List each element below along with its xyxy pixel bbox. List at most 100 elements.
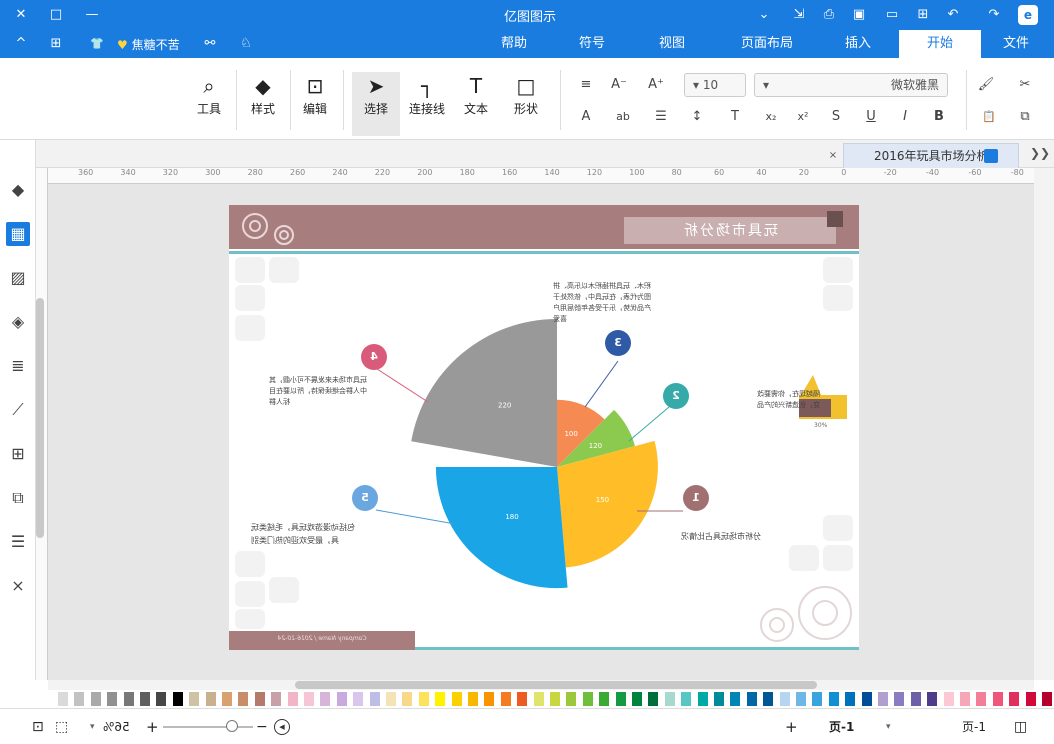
italic-icon[interactable]: I: [894, 106, 916, 128]
color-swatch[interactable]: [582, 692, 593, 706]
color-swatch[interactable]: [812, 692, 823, 706]
image-icon[interactable]: ▨: [6, 266, 30, 290]
play-icon[interactable]: ◀: [274, 719, 290, 735]
select-button[interactable]: ➤ 选择: [352, 72, 400, 136]
connect-icon[interactable]: ⨯: [6, 574, 30, 598]
current-page-tab[interactable]: 页-1: [829, 718, 854, 736]
color-swatch[interactable]: [484, 692, 495, 706]
maximize-icon[interactable]: □: [47, 6, 65, 24]
paste-icon[interactable]: 📋: [978, 106, 1000, 128]
zoom-out-button[interactable]: −: [256, 718, 268, 736]
add-page-button[interactable]: +: [785, 718, 798, 736]
line-spacing-icon[interactable]: ↕: [686, 106, 708, 128]
page-icon[interactable]: ≣: [6, 354, 30, 378]
superscript-icon[interactable]: x²: [792, 106, 814, 128]
color-swatch[interactable]: [550, 692, 560, 706]
tab-view[interactable]: 视图: [646, 30, 698, 58]
document-page[interactable]: 220 100 120 150 180 玩具市场分析 Company Name /: [229, 205, 859, 650]
fill-icon[interactable]: ◆: [6, 178, 30, 202]
redo-icon[interactable]: ↷: [985, 6, 1003, 24]
color-swatch[interactable]: [517, 692, 528, 706]
zoom-level[interactable]: 56%: [103, 718, 130, 736]
color-swatch[interactable]: [1042, 692, 1052, 706]
subscript-icon[interactable]: x₂: [760, 106, 782, 128]
zoom-in-button[interactable]: +: [146, 718, 159, 736]
color-swatch[interactable]: [828, 692, 839, 706]
chart-slice[interactable]: [435, 467, 568, 589]
open-icon[interactable]: ▭: [883, 6, 901, 24]
color-swatch[interactable]: [418, 692, 429, 706]
chart-slice[interactable]: [411, 319, 557, 467]
bold-icon[interactable]: B: [928, 106, 950, 128]
color-swatch[interactable]: [205, 692, 216, 706]
underline-icon[interactable]: U: [860, 106, 882, 128]
color-swatch[interactable]: [943, 692, 954, 706]
color-swatch[interactable]: [960, 692, 970, 706]
text-case-icon[interactable]: ab: [612, 106, 634, 128]
vertical-scrollbar[interactable]: [36, 298, 44, 538]
color-swatch[interactable]: [992, 692, 1003, 706]
font-color-icon[interactable]: A: [575, 106, 597, 128]
color-swatch[interactable]: [910, 692, 921, 706]
color-swatch[interactable]: [894, 692, 905, 706]
tab-help[interactable]: 帮助: [488, 30, 540, 58]
apps-icon[interactable]: ⊞: [47, 35, 65, 53]
user-name[interactable]: ♥ 焦糖不苦: [117, 36, 180, 53]
color-swatch[interactable]: [74, 692, 85, 706]
shapes-library-icon[interactable]: ▦: [6, 222, 30, 246]
color-swatch[interactable]: [451, 692, 462, 706]
zoom-slider-handle[interactable]: [226, 720, 238, 732]
new-icon[interactable]: ⊞: [914, 6, 932, 24]
chart-icon[interactable]: ⟋: [6, 398, 30, 422]
tab-page-layout[interactable]: 页面布局: [727, 30, 807, 58]
color-swatch[interactable]: [222, 692, 232, 706]
cut-icon[interactable]: ✂: [1014, 74, 1036, 96]
strikethrough-icon[interactable]: S: [825, 106, 847, 128]
color-swatch[interactable]: [746, 692, 757, 706]
page-dropdown-icon[interactable]: ▾: [886, 718, 891, 736]
font-shrink-icon[interactable]: A⁻: [608, 74, 630, 96]
color-swatch[interactable]: [714, 692, 724, 706]
color-swatch[interactable]: [386, 692, 396, 706]
shape-button[interactable]: □ 形状: [503, 72, 549, 136]
format-painter-icon[interactable]: 🖌: [975, 74, 997, 96]
table-icon[interactable]: ⊞: [6, 442, 30, 466]
tab-symbols[interactable]: 符号: [566, 30, 618, 58]
tools-button[interactable]: ⌕ 工具: [186, 72, 232, 136]
zoom-slider[interactable]: [163, 726, 253, 728]
color-swatch[interactable]: [304, 692, 314, 706]
group-icon[interactable]: ⧉: [6, 486, 30, 510]
color-swatch[interactable]: [369, 692, 380, 706]
color-swatch[interactable]: [90, 692, 101, 706]
color-swatch[interactable]: [468, 692, 478, 706]
color-swatch[interactable]: [287, 692, 298, 706]
export-icon[interactable]: ⇲: [790, 6, 808, 24]
color-swatch[interactable]: [271, 692, 282, 706]
color-swatch[interactable]: [107, 692, 118, 706]
color-swatch[interactable]: [1025, 692, 1036, 706]
format-list-icon[interactable]: ☰: [6, 530, 30, 554]
color-swatch[interactable]: [599, 692, 610, 706]
tab-home[interactable]: 开始: [899, 30, 981, 58]
chevron-icon[interactable]: ⌄: [755, 6, 773, 24]
close-tab-icon[interactable]: ×: [826, 149, 840, 163]
color-swatch[interactable]: [123, 692, 134, 706]
color-swatch[interactable]: [763, 692, 774, 706]
color-swatch[interactable]: [402, 692, 413, 706]
color-swatch[interactable]: [156, 692, 167, 706]
color-swatch[interactable]: [861, 692, 872, 706]
color-swatch[interactable]: [140, 692, 150, 706]
copy-icon[interactable]: ⧉: [1014, 106, 1036, 128]
fit-page-icon[interactable]: ⊡: [32, 718, 44, 736]
color-swatch[interactable]: [878, 692, 888, 706]
document-title[interactable]: 玩具市场分析: [624, 220, 836, 240]
page-label[interactable]: 页-1: [962, 718, 986, 736]
color-swatch[interactable]: [566, 692, 577, 706]
print-icon[interactable]: ⎙: [820, 6, 838, 24]
color-swatch[interactable]: [353, 692, 364, 706]
color-swatch[interactable]: [320, 692, 331, 706]
tab-file[interactable]: 文件: [990, 30, 1042, 58]
edit-button[interactable]: ⊡ 编辑: [292, 72, 338, 136]
color-swatch[interactable]: [533, 692, 544, 706]
color-swatch[interactable]: [681, 692, 692, 706]
